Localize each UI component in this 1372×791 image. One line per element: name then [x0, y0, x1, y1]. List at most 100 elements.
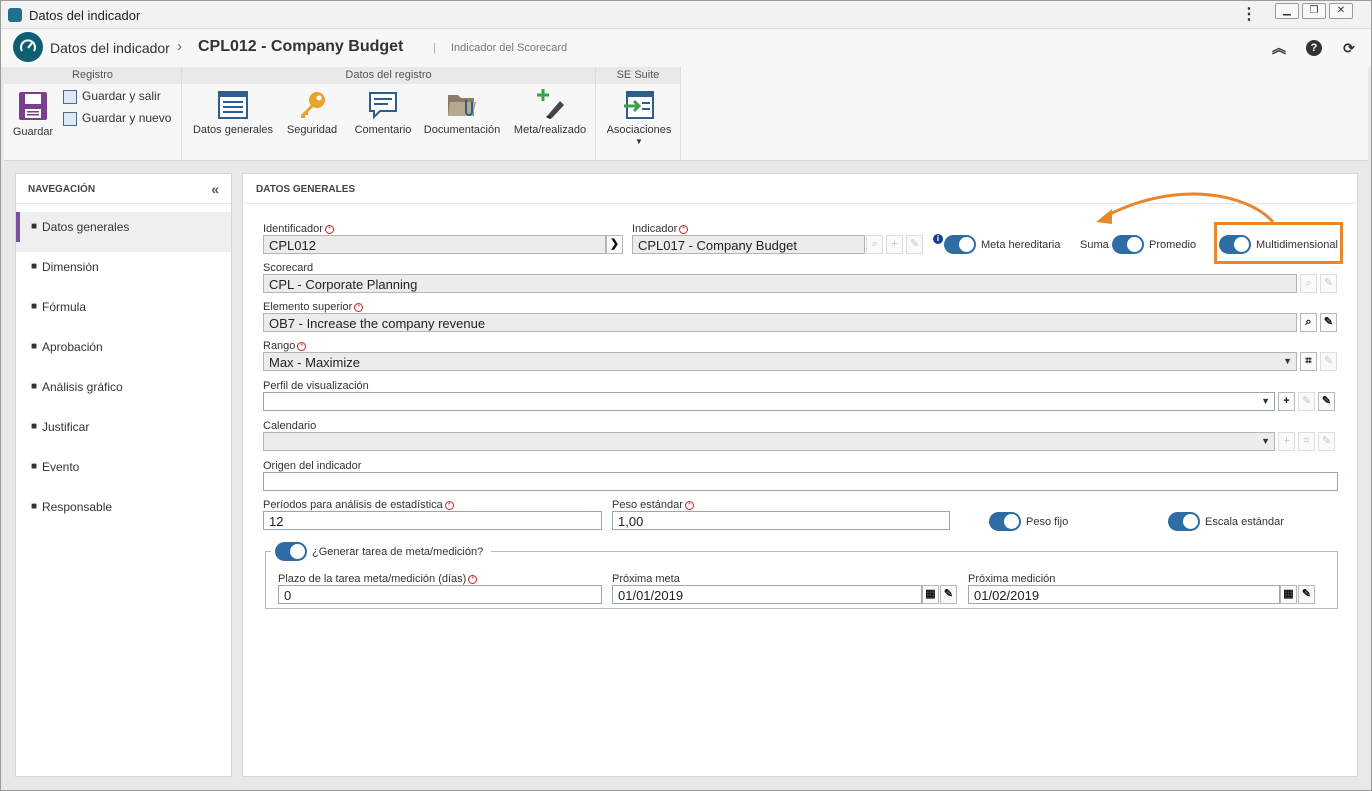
bullet-icon: ■	[31, 341, 38, 352]
clear-brush-icon[interactable]: ✎	[1320, 274, 1337, 293]
nav-item-formula[interactable]: ■ Fórmula	[16, 292, 231, 332]
floppy-disk-icon	[19, 92, 47, 120]
standard-scale-toggle[interactable]	[1168, 512, 1200, 531]
info-icon[interactable]: i	[933, 234, 943, 244]
range-select[interactable]: Max - Maximize ▼	[263, 352, 1297, 371]
collapse-left-icon[interactable]: «	[211, 181, 219, 197]
nav-item-dimension[interactable]: ■ Dimensión	[16, 252, 231, 292]
task-fieldset-legend: ¿Generar tarea de meta/medición?	[271, 542, 491, 562]
fixed-weight-label: Peso fijo	[1026, 516, 1069, 528]
scorecard-label: Scorecard	[263, 262, 314, 274]
bullet-icon: ■	[31, 501, 38, 512]
next-measure-date-field[interactable]: 01/02/2019	[968, 585, 1280, 604]
search-icon[interactable]: ⌕	[1300, 313, 1317, 332]
save-exit-icon	[63, 89, 77, 104]
security-button[interactable]: Seguridad	[282, 90, 342, 136]
edit-pencil-icon[interactable]: ✎	[1298, 392, 1315, 411]
nav-item-aprobacion[interactable]: ■ Aprobación	[16, 332, 231, 372]
binoculars-icon[interactable]: ⌗	[1300, 352, 1317, 371]
calendar-icon[interactable]: ▦	[922, 585, 939, 604]
add-icon[interactable]: +	[886, 235, 903, 254]
task-deadline-label-text: Plazo de la tarea meta/medición (días)	[278, 573, 467, 585]
search-icon[interactable]: ⌕	[1300, 274, 1317, 293]
general-data-panel: DATOS GENERALES Identificador * CPL012 ❯ …	[242, 173, 1358, 777]
origin-field[interactable]	[263, 472, 1338, 491]
navigation-title: NAVEGACIÓN	[28, 184, 96, 195]
add-icon[interactable]: +	[1278, 392, 1295, 411]
identifier-field[interactable]: CPL012	[263, 235, 606, 254]
indicator-field[interactable]: CPL017 - Company Budget	[632, 235, 865, 254]
help-icon[interactable]: ?	[1306, 40, 1322, 56]
clear-brush-icon[interactable]: ✎	[1318, 392, 1335, 411]
parent-element-label: Elemento superior *	[263, 301, 364, 313]
generate-task-toggle[interactable]	[275, 542, 307, 561]
bullet-icon: ■	[31, 421, 38, 432]
save-button[interactable]: Guardar	[11, 90, 55, 138]
task-deadline-field[interactable]: 0	[278, 585, 602, 604]
next-goal-date-field[interactable]: 01/01/2019	[612, 585, 922, 604]
parent-element-field[interactable]: OB7 - Increase the company revenue	[263, 313, 1297, 332]
clear-brush-icon[interactable]: ✎	[906, 235, 923, 254]
clear-brush-icon[interactable]: ✎	[1320, 313, 1337, 332]
folder-attachment-icon	[448, 95, 476, 116]
ribbon-group-title: Datos del registro	[182, 67, 595, 84]
nav-item-datos-generales[interactable]: ■ Datos generales	[16, 212, 231, 252]
nav-item-responsable[interactable]: ■ Responsable	[16, 492, 231, 532]
general-data-label: Datos generales	[192, 124, 274, 136]
generate-task-label: ¿Generar tarea de meta/medición?	[312, 546, 484, 558]
range-label: Rango *	[263, 340, 307, 352]
restore-button[interactable]: ❐	[1302, 3, 1326, 19]
close-button[interactable]: ✕	[1329, 3, 1353, 19]
indicator-label-text: Indicador	[632, 223, 678, 235]
more-options-icon[interactable]: ⋮	[1241, 6, 1257, 24]
clear-brush-icon[interactable]: ✎	[1298, 585, 1315, 604]
bullet-icon: ■	[31, 261, 38, 272]
periods-field[interactable]: 12	[263, 511, 602, 530]
associations-button[interactable]: Asociaciones ▼	[600, 90, 678, 146]
next-goal-label: Próxima meta	[612, 573, 680, 585]
required-icon: *	[354, 303, 364, 312]
hereditary-goal-toggle[interactable]	[944, 235, 976, 254]
goal-actual-button[interactable]: Meta/realizado	[510, 87, 590, 136]
standard-weight-label: Peso estándar *	[612, 499, 694, 511]
collapse-up-icon[interactable]: ︽	[1271, 40, 1287, 56]
associations-label: Asociaciones	[606, 124, 672, 136]
save-exit-label: Guardar y salir	[82, 89, 161, 103]
comment-button[interactable]: Comentario	[348, 90, 418, 136]
required-icon: *	[468, 575, 478, 584]
nav-item-analisis-grafico[interactable]: ■ Análisis gráfico	[16, 372, 231, 412]
breadcrumb-root[interactable]: Datos del indicador	[50, 40, 170, 56]
standard-weight-field[interactable]: 1,00	[612, 511, 950, 530]
binoculars-icon[interactable]: ⌗	[1298, 432, 1315, 451]
security-label: Seguridad	[286, 124, 338, 136]
clear-brush-icon[interactable]: ✎	[1318, 432, 1335, 451]
documentation-button[interactable]: Documentación	[420, 90, 504, 136]
view-profile-label: Perfil de visualización	[263, 380, 369, 392]
ribbon-toolbar: Registro Guardar Guardar y salir Guardar…	[4, 67, 1368, 161]
general-data-button[interactable]: Datos generales	[190, 90, 276, 136]
minimize-button[interactable]: ▁	[1275, 3, 1299, 19]
clear-brush-icon[interactable]: ✎	[940, 585, 957, 604]
scorecard-field[interactable]: CPL - Corporate Planning	[263, 274, 1297, 293]
view-profile-select[interactable]: ▼	[263, 392, 1275, 411]
fixed-weight-toggle[interactable]	[989, 512, 1021, 531]
calendar-select[interactable]: ▼	[263, 432, 1275, 451]
indicator-label: Indicador *	[632, 223, 689, 235]
nav-item-evento[interactable]: ■ Evento	[16, 452, 231, 492]
refresh-icon[interactable]: ⟳	[1341, 40, 1357, 56]
ribbon-group-title: SE Suite	[596, 67, 680, 84]
sum-average-toggle[interactable]	[1112, 235, 1144, 254]
search-icon[interactable]: ⌕	[866, 235, 883, 254]
app-icon	[8, 8, 22, 22]
add-icon[interactable]: +	[1278, 432, 1295, 451]
title-bar: Datos del indicador ⋮ ▁ ❐ ✕	[1, 1, 1371, 29]
next-arrow-button[interactable]: ❯	[606, 235, 623, 254]
save-exit-button[interactable]: Guardar y salir	[63, 89, 161, 104]
calendar-icon[interactable]: ▦	[1280, 585, 1297, 604]
navigation-header: NAVEGACIÓN «	[16, 174, 231, 204]
next-measure-label: Próxima medición	[968, 573, 1056, 585]
save-new-button[interactable]: Guardar y nuevo	[63, 111, 171, 126]
clear-brush-icon[interactable]: ✎	[1320, 352, 1337, 371]
nav-item-justificar[interactable]: ■ Justificar	[16, 412, 231, 452]
save-label: Guardar	[12, 126, 54, 138]
